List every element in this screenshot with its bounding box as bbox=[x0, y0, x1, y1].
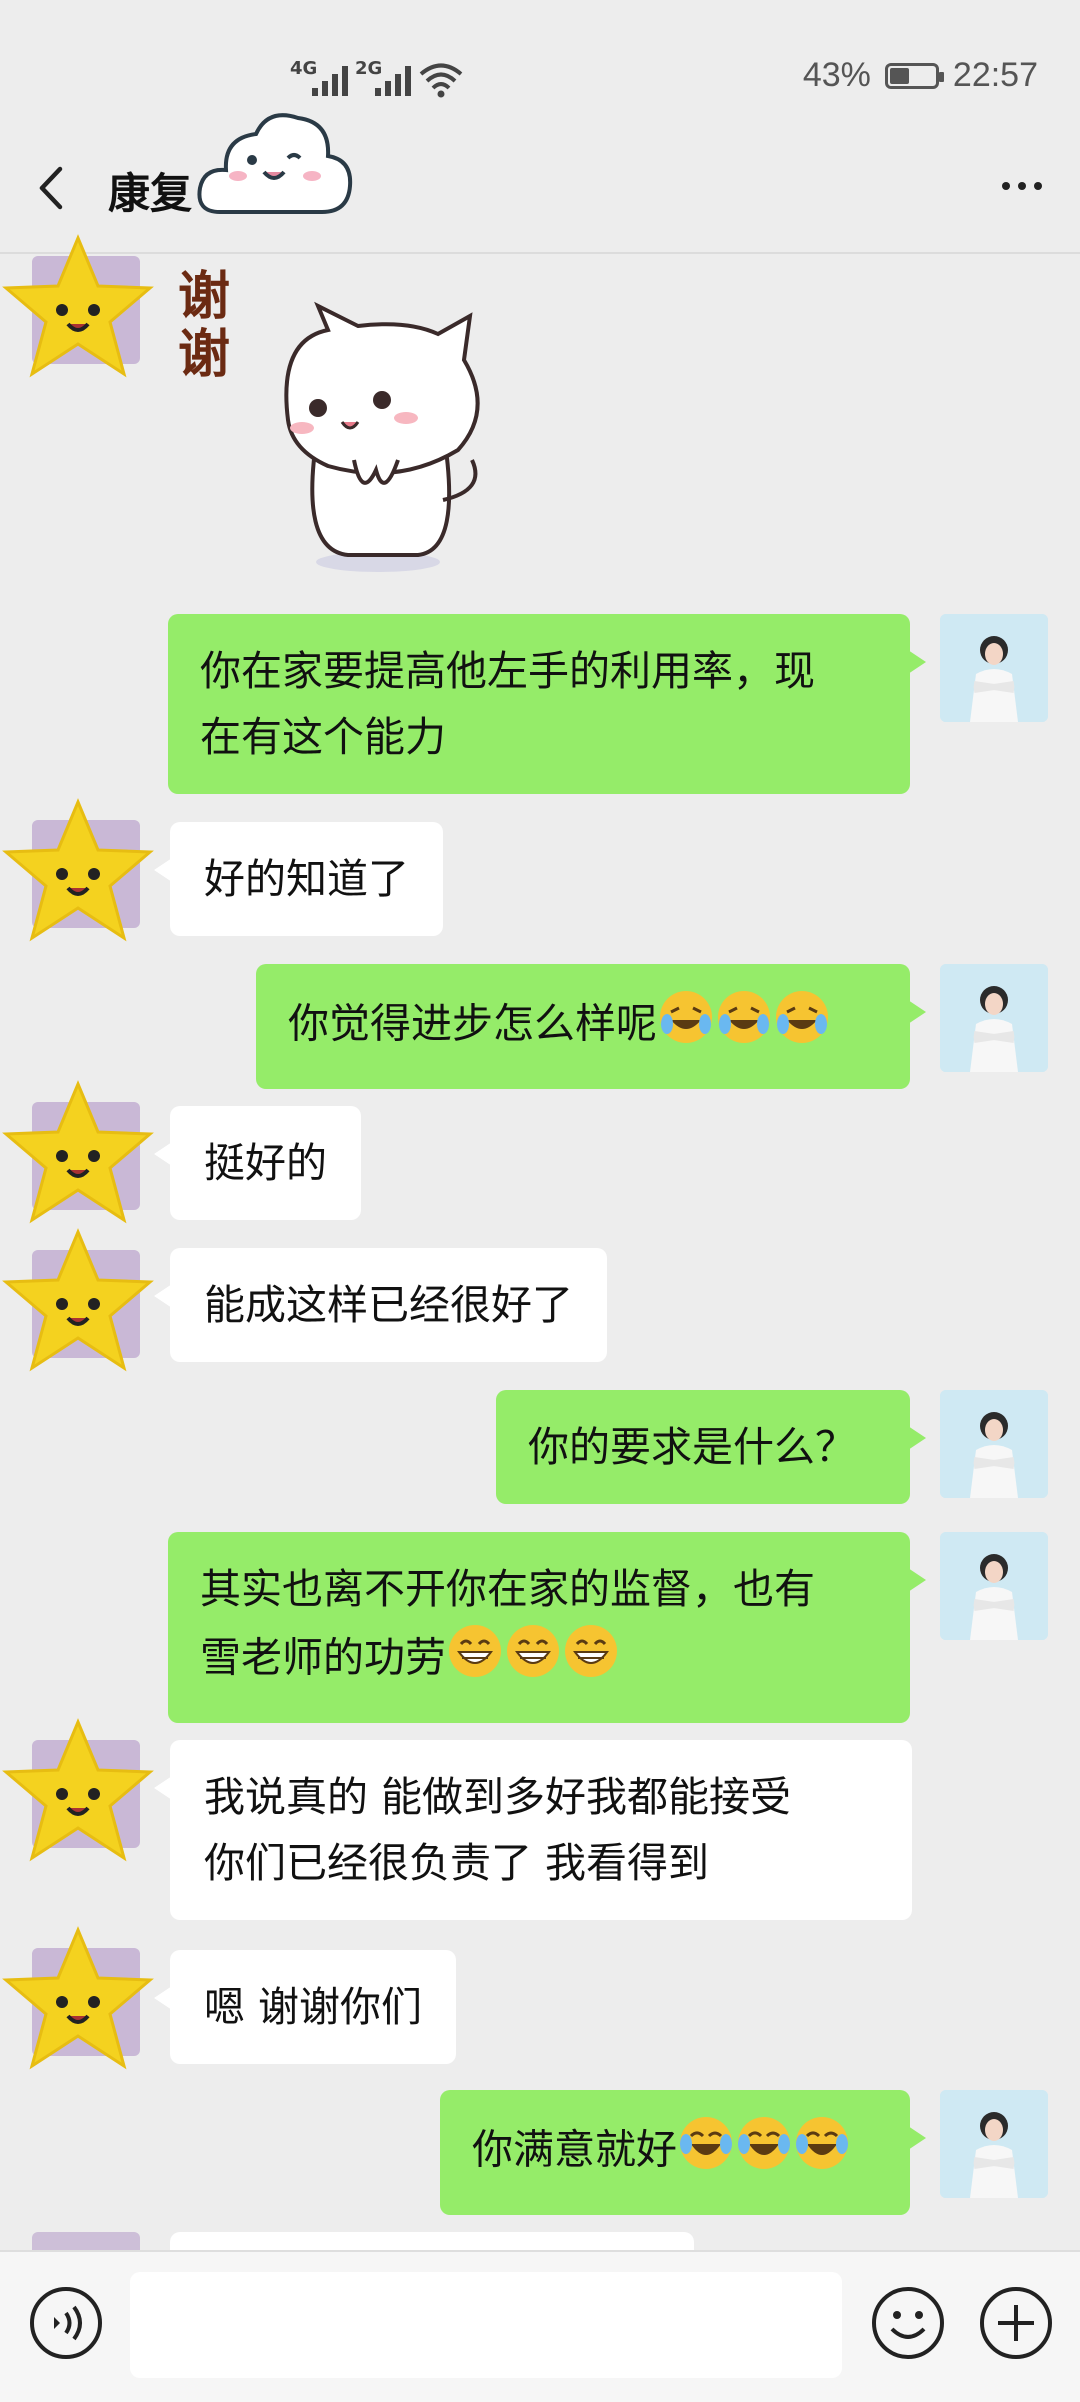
star-avatar[interactable] bbox=[0, 1924, 160, 2084]
message-bubble-incoming[interactable]: 嗯 谢谢你们 bbox=[153, 1950, 457, 2064]
voice-icon[interactable] bbox=[26, 2283, 106, 2363]
my-avatar[interactable] bbox=[940, 964, 1048, 1072]
message-bubble-incoming[interactable]: 挺好的 bbox=[154, 1106, 361, 1220]
message-text: 雪老师的功劳 bbox=[200, 1633, 446, 1682]
plus-icon[interactable] bbox=[976, 2283, 1056, 2363]
status-right: 43% 22:57 bbox=[803, 56, 1038, 95]
status-bar: 4G 2G 43% 22:57 bbox=[0, 0, 1080, 150]
signal-icon-2 bbox=[375, 62, 415, 96]
message-text: 能成这样已经很好了 bbox=[204, 1281, 573, 1329]
joy-emoji-icon bbox=[793, 2114, 851, 2191]
grin-emoji-icon bbox=[562, 1622, 620, 1699]
message-text: 嗯 谢谢你们 bbox=[204, 1983, 423, 2031]
more-options-icon[interactable] bbox=[1002, 182, 1042, 190]
header-divider bbox=[0, 252, 1080, 254]
battery-percent: 43% bbox=[802, 56, 871, 94]
star-avatar[interactable] bbox=[0, 232, 160, 392]
back-icon[interactable] bbox=[34, 163, 68, 213]
cat-sticker-icon bbox=[284, 301, 480, 572]
message-text: 挺好的 bbox=[204, 1139, 327, 1187]
message-text: 你觉得进步怎么样呢 bbox=[288, 999, 657, 1048]
cloud-sticker-icon bbox=[197, 113, 353, 214]
star-avatar-partial bbox=[32, 2232, 140, 2250]
message-bubble-outgoing[interactable]: 其实也离不开你在家的监督，也有 雪老师的功劳 bbox=[168, 1532, 926, 1723]
message-bubble-incoming[interactable]: 能成这样已经很好了 bbox=[154, 1248, 607, 1362]
message-text: 其实也离不开你在家的监督，也有 bbox=[200, 1565, 815, 1613]
star-avatar[interactable] bbox=[0, 1716, 160, 1876]
message-text: 我说真的 能做到多好我都能接受 bbox=[204, 1773, 792, 1821]
joy-emoji-icon bbox=[735, 2114, 793, 2191]
laugh-cry-emoji-icon bbox=[657, 988, 715, 1065]
star-avatar[interactable] bbox=[0, 796, 160, 956]
message-input[interactable] bbox=[130, 2272, 842, 2378]
sticker-caption: 谢谢 bbox=[178, 267, 233, 385]
my-avatar[interactable] bbox=[940, 1532, 1048, 1640]
message-text: 你们已经很负责了 我看得到 bbox=[204, 1839, 710, 1887]
signal-icon-1 bbox=[312, 62, 352, 96]
message-text: 好的知道了 bbox=[204, 855, 409, 903]
star-avatar[interactable] bbox=[0, 1078, 160, 1238]
clock: 22:57 bbox=[952, 56, 1038, 94]
message-text: 你的要求是什么？ bbox=[528, 1423, 856, 1471]
my-avatar[interactable] bbox=[940, 1390, 1048, 1498]
grin-emoji-icon bbox=[446, 1622, 504, 1699]
message-bubble-incoming[interactable]: 我说真的 能做到多好我都能接受 你们已经很负责了 我看得到 bbox=[154, 1740, 912, 1920]
message-bubble-outgoing[interactable]: 你觉得进步怎么样呢 bbox=[256, 964, 926, 1089]
message-bubble-outgoing[interactable]: 你满意就好 bbox=[440, 2090, 926, 2215]
battery-icon bbox=[884, 62, 944, 89]
message-bubble-partial bbox=[170, 2232, 694, 2250]
emoji-icon[interactable] bbox=[868, 2283, 948, 2363]
my-avatar[interactable] bbox=[940, 614, 1048, 722]
laugh-cry-emoji-icon bbox=[773, 988, 831, 1065]
my-avatar[interactable] bbox=[940, 2090, 1048, 2198]
grin-emoji-icon bbox=[504, 1622, 562, 1699]
message-text: 你满意就好 bbox=[472, 2125, 677, 2174]
chat-title: 康复 bbox=[108, 169, 193, 218]
joy-emoji-icon bbox=[677, 2114, 735, 2191]
message-bubble-outgoing[interactable]: 你的要求是什么？ bbox=[496, 1390, 926, 1504]
star-avatar[interactable] bbox=[0, 1226, 160, 1386]
wifi-icon bbox=[419, 63, 463, 98]
message-text: 在有这个能力 bbox=[200, 713, 446, 761]
message-text: 你在家要提高他左手的利用率，现 bbox=[200, 647, 815, 695]
message-bubble-outgoing[interactable]: 你在家要提高他左手的利用率，现 在有这个能力 bbox=[168, 614, 926, 794]
laugh-cry-emoji-icon bbox=[715, 988, 773, 1065]
message-bubble-incoming[interactable]: 好的知道了 bbox=[154, 822, 443, 936]
